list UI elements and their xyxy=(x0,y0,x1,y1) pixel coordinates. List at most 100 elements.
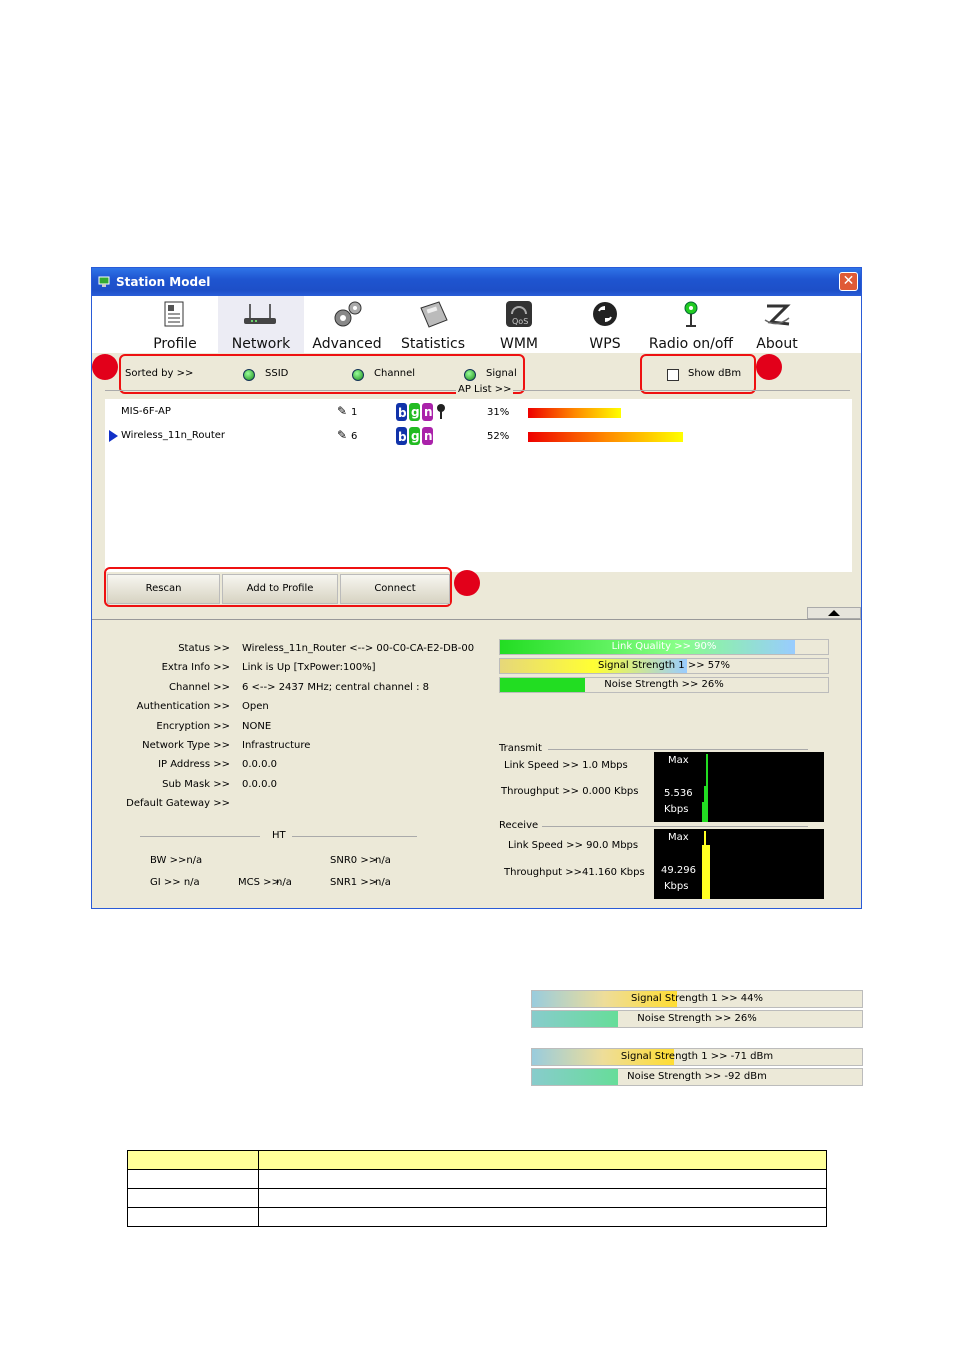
signal-strength-percent-bar: Signal Strength 1 >> 44% xyxy=(531,990,863,1008)
svg-text:n: n xyxy=(424,429,433,443)
tab-wps[interactable]: WPS xyxy=(562,296,648,353)
info-key: Network Type >> xyxy=(142,740,230,751)
ap-list[interactable]: MIS-6F-AP ✎ 1 bgn 31% Wireless_11n_Route… xyxy=(105,399,852,572)
sort-channel-radio[interactable] xyxy=(352,369,364,381)
window-title: Station Model xyxy=(116,275,211,289)
tab-radio[interactable]: Radio on/off xyxy=(648,296,734,353)
ap-row[interactable]: MIS-6F-AP ✎ 1 bgn 31% xyxy=(105,402,852,422)
ht-title: HT xyxy=(272,830,286,841)
sort-signal-label: Signal xyxy=(486,368,517,379)
tab-wmm[interactable]: QoS WMM xyxy=(476,296,562,353)
signal-bar xyxy=(528,432,683,442)
callout-marker-3 xyxy=(454,570,480,596)
table-cell xyxy=(258,1188,827,1208)
table-cell xyxy=(127,1207,259,1227)
table-row xyxy=(127,1169,827,1189)
noise-strength-bar: Noise Strength >> 26% xyxy=(499,677,829,693)
transmit-title: Transmit xyxy=(499,743,542,754)
receive-divider xyxy=(542,826,808,827)
transmit-divider xyxy=(548,749,808,750)
collapse-button[interactable] xyxy=(807,607,861,619)
connect-button[interactable]: Connect xyxy=(340,574,450,604)
transmit-spike xyxy=(704,786,706,822)
tab-radio-label: Radio on/off xyxy=(648,336,734,352)
transmit-value: 5.536 xyxy=(664,788,693,799)
tab-about-label: About xyxy=(756,336,798,352)
signal-strength-bar: Signal Strength 1 >> 57% xyxy=(499,658,829,674)
transmit-throughput: Throughput >> 0.000 Kbps xyxy=(501,786,639,797)
callout-marker-2 xyxy=(756,354,782,380)
sort-ssid-radio[interactable] xyxy=(243,369,255,381)
caret-up-icon xyxy=(828,610,840,616)
show-dbm-label: Show dBm xyxy=(688,368,742,379)
ht-snr1-value: n/a xyxy=(375,877,391,888)
info-key: Encryption >> xyxy=(156,720,230,732)
noise-dbm-text: Noise Strength >> -92 dBm xyxy=(627,1071,767,1082)
ht-mcs-label: MCS >> xyxy=(238,877,280,888)
link-quality-text: Link Quality >> 90% xyxy=(611,641,717,652)
svg-text:g: g xyxy=(411,405,420,419)
app-icon xyxy=(97,274,111,288)
sort-signal-radio[interactable] xyxy=(464,369,476,381)
receive-throughput: Throughput >>41.160 Kbps xyxy=(504,867,645,878)
table-cell xyxy=(258,1169,827,1189)
transmit-unit: Kbps xyxy=(664,804,689,815)
receive-value: 49.296 xyxy=(661,865,696,876)
ht-divider-right xyxy=(292,836,417,837)
receive-graph: Max 49.296 Kbps xyxy=(654,829,824,899)
antenna-icon xyxy=(684,301,698,327)
ap-row[interactable]: Wireless_11n_Router ✎ 6 bgn 52% xyxy=(105,426,852,446)
tab-statistics[interactable]: Statistics xyxy=(390,296,476,353)
info-value: Infrastructure xyxy=(242,740,311,751)
selected-arrow-icon xyxy=(109,430,118,442)
table-header-row xyxy=(127,1150,827,1170)
signal-strength-dbm-bar: Signal Strength 1 >> -71 dBm xyxy=(531,1048,863,1066)
ap-ssid: MIS-6F-AP xyxy=(121,406,171,417)
tab-profile[interactable]: Profile xyxy=(132,296,218,353)
router-icon xyxy=(244,304,276,324)
info-value: 6 <--> 2437 MHz; central channel : 8 xyxy=(242,681,430,693)
receive-link-speed: Link Speed >> 90.0 Mbps xyxy=(508,840,639,851)
ap-ssid: Wireless_11n_Router xyxy=(121,430,226,441)
table-cell xyxy=(127,1169,259,1189)
info-value: NONE xyxy=(242,720,272,732)
tab-about[interactable]: About xyxy=(734,296,820,353)
tab-advanced[interactable]: Advanced xyxy=(304,296,390,353)
tab-profile-label: Profile xyxy=(153,336,197,352)
tab-wps-label: WPS xyxy=(589,336,621,352)
info-value: 0.0.0.0 xyxy=(242,759,277,771)
signal-bar xyxy=(528,408,621,418)
transmit-spike xyxy=(702,802,704,822)
qos-icon: QoS xyxy=(506,301,532,327)
tab-advanced-label: Advanced xyxy=(312,336,382,352)
rescan-button[interactable]: Rescan xyxy=(107,574,220,604)
table-cell xyxy=(127,1188,259,1208)
noise-percent-bar: Noise Strength >> 26% xyxy=(531,1010,863,1028)
add-to-profile-button[interactable]: Add to Profile xyxy=(222,574,338,604)
info-key: Extra Info >> xyxy=(161,662,230,674)
channel-icon: ✎ xyxy=(337,428,348,442)
ap-channel: 6 xyxy=(351,431,358,442)
toolbar: Profile Network Advanced Statistics QoS … xyxy=(92,296,861,353)
tab-wmm-label: WMM xyxy=(499,336,538,352)
tab-network[interactable]: Network xyxy=(218,296,304,353)
station-window: Station Model ✕ Profile Network Advanced… xyxy=(91,267,862,909)
ht-snr1-label: SNR1 >> xyxy=(330,877,378,888)
description-table xyxy=(127,1150,827,1227)
info-value: Link is Up [TxPower:100%] xyxy=(242,662,376,674)
table-cell xyxy=(258,1150,827,1170)
transmit-spike xyxy=(706,754,708,822)
signal-strength-dbm-text: Signal Strength 1 >> -71 dBm xyxy=(620,1051,774,1062)
close-button[interactable]: ✕ xyxy=(839,272,858,291)
signal-strength-text: Signal Strength 1 >> 57% xyxy=(597,660,731,671)
ap-signal-percent: 52% xyxy=(487,431,510,442)
table-row xyxy=(127,1188,827,1208)
sort-channel-label: Channel xyxy=(374,368,416,379)
show-dbm-checkbox[interactable] xyxy=(667,369,679,381)
transmit-graph: Max 5.536 Kbps xyxy=(654,752,824,822)
ap-list-label: AP List >> xyxy=(456,384,514,395)
info-key: IP Address >> xyxy=(158,759,230,771)
info-value: Open xyxy=(242,701,269,713)
info-value: Wireless_11n_Router <--> 00-C0-CA-E2-DB-… xyxy=(242,643,475,654)
ht-snr0-value: n/a xyxy=(375,855,391,866)
